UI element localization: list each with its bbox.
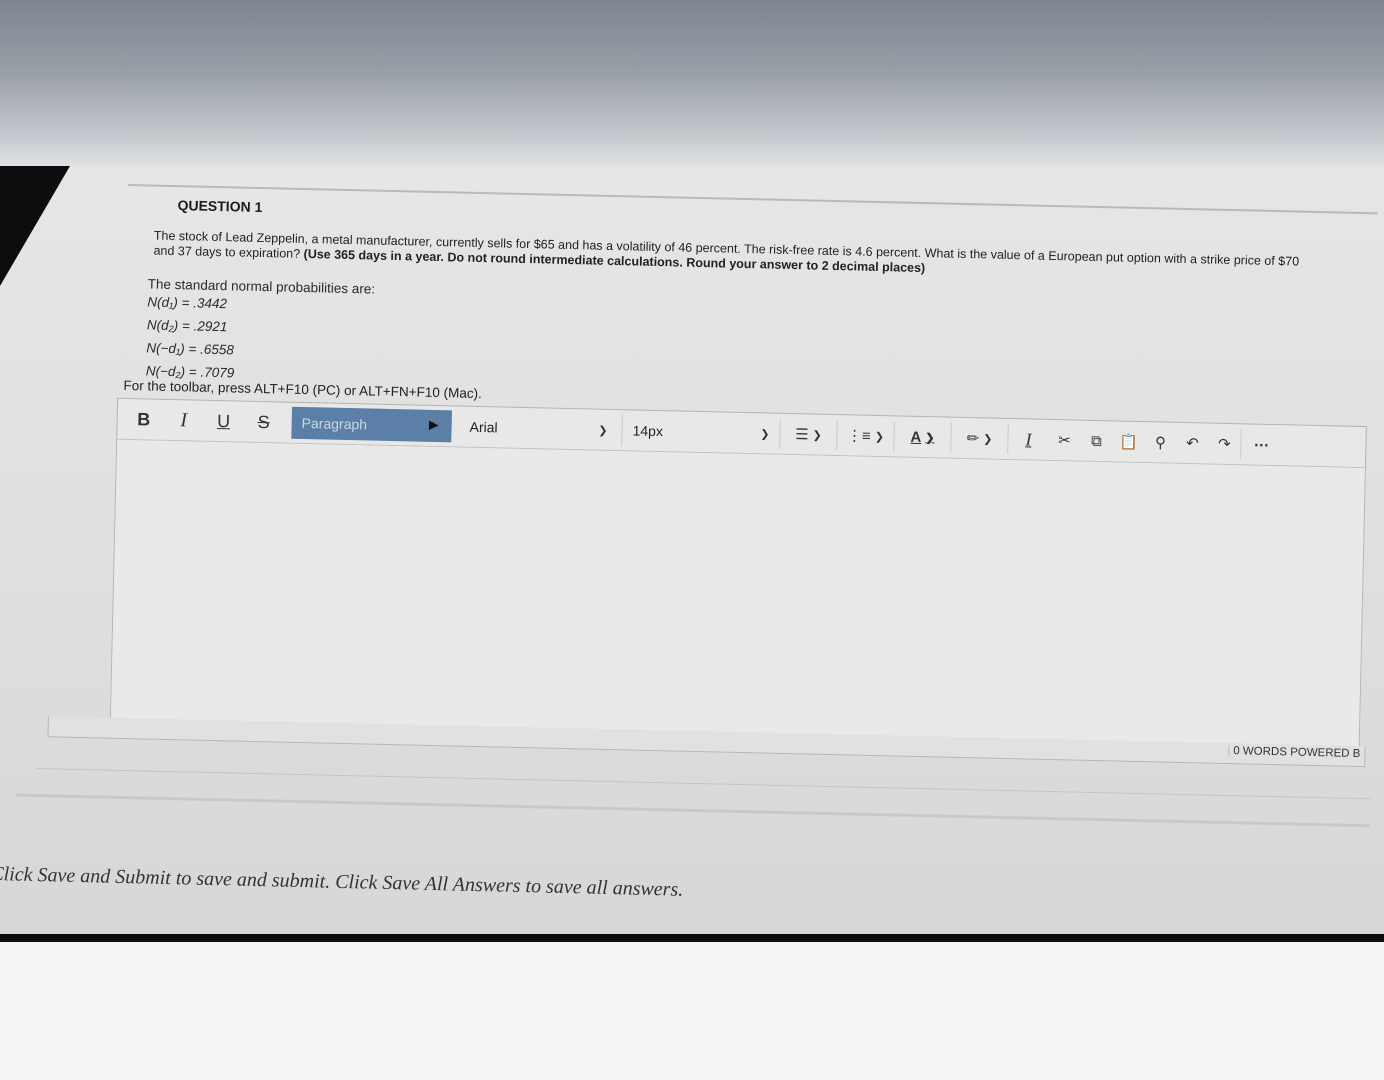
chevron-down-icon: ❯	[874, 430, 885, 443]
text-color-button[interactable]: A ❯	[893, 421, 951, 453]
undo-button[interactable]: ↶	[1176, 428, 1209, 459]
question-title: QUESTION 1	[177, 197, 263, 216]
numbered-list-icon: ⋮≡	[846, 427, 871, 445]
cursor-icon: ►	[425, 416, 442, 435]
powered-by-label: POWERED B	[1290, 746, 1361, 761]
font-size-select[interactable]: 14px ❯	[621, 414, 780, 450]
undo-icon: ↶	[1185, 435, 1199, 453]
italic-button[interactable]: I	[163, 405, 204, 436]
chevron-down-icon: ❯	[760, 427, 770, 441]
clear-formatting-icon: I	[1025, 428, 1032, 450]
save-instructions: Click Save and Submit to save and submit…	[0, 863, 684, 901]
underline-button[interactable]: U	[203, 406, 244, 437]
cut-button[interactable]: ✂	[1048, 425, 1081, 456]
question-page: QUESTION 1 The stock of Lead Zeppelin, a…	[0, 166, 1384, 934]
word-count: 0 WORDS POWERED B	[1228, 745, 1365, 761]
paragraph-format-value: Paragraph	[301, 414, 368, 433]
font-size-value: 14px	[632, 422, 664, 440]
chevron-down-icon: ❯	[925, 431, 935, 444]
probabilities: The standard normal probabilities are: N…	[145, 276, 376, 391]
paragraph-format-select[interactable]: Paragraph ►	[291, 406, 452, 443]
chevron-down-icon: ❯	[598, 424, 608, 437]
probabilities-label: The standard normal probabilities are:	[147, 276, 376, 297]
clear-formatting-button[interactable]: I	[1007, 423, 1049, 455]
search-icon: ⚲	[1154, 434, 1167, 452]
chevron-down-icon: ❯	[812, 429, 822, 442]
section-divider	[36, 768, 1371, 800]
copy-button[interactable]: ⧉	[1080, 426, 1113, 457]
copy-icon: ⧉	[1090, 432, 1103, 450]
highlighter-icon: ✏	[966, 430, 980, 448]
bold-button[interactable]: B	[123, 404, 164, 435]
question-text: The stock of Lead Zeppelin, a metal manu…	[153, 229, 1313, 285]
chevron-down-icon: ❯	[983, 432, 993, 446]
strikethrough-button[interactable]: S	[243, 407, 284, 438]
section-divider	[16, 793, 1370, 828]
question-divider	[128, 183, 1378, 215]
word-count-value: 0 WORDS	[1233, 745, 1288, 759]
numbered-list-button[interactable]: ⋮≡ ❯	[836, 420, 894, 452]
bullet-list-button[interactable]: ☰ ❯	[779, 418, 837, 451]
highlight-color-button[interactable]: ✏ ❯	[950, 422, 1008, 454]
find-button[interactable]: ⚲	[1144, 427, 1177, 458]
redo-icon: ↷	[1217, 435, 1231, 454]
answer-textarea[interactable]	[110, 439, 1365, 748]
scissors-icon: ✂	[1057, 432, 1071, 450]
redo-button[interactable]: ↷	[1208, 429, 1241, 460]
more-options-button[interactable]: ⋯	[1240, 429, 1282, 461]
toolbar-hint: For the toolbar, press ALT+F10 (PC) or A…	[123, 377, 483, 402]
bullet-list-icon: ☰	[794, 426, 809, 444]
background-blur	[0, 0, 1384, 166]
text-color-icon: A	[910, 428, 922, 446]
font-family-select[interactable]: Arial ❯	[459, 411, 618, 447]
paste-button[interactable]: 📋	[1112, 426, 1145, 457]
rich-text-editor: B I U S Paragraph ► Arial ❯ 14px ❯ ☰ ❯ ⋮…	[109, 397, 1367, 749]
font-family-value: Arial	[469, 418, 498, 436]
screen: QUESTION 1 The stock of Lead Zeppelin, a…	[0, 166, 1384, 942]
ellipsis-icon: ⋯	[1253, 436, 1270, 454]
desk-surface	[0, 942, 1384, 1080]
clipboard-icon: 📋	[1118, 433, 1138, 451]
